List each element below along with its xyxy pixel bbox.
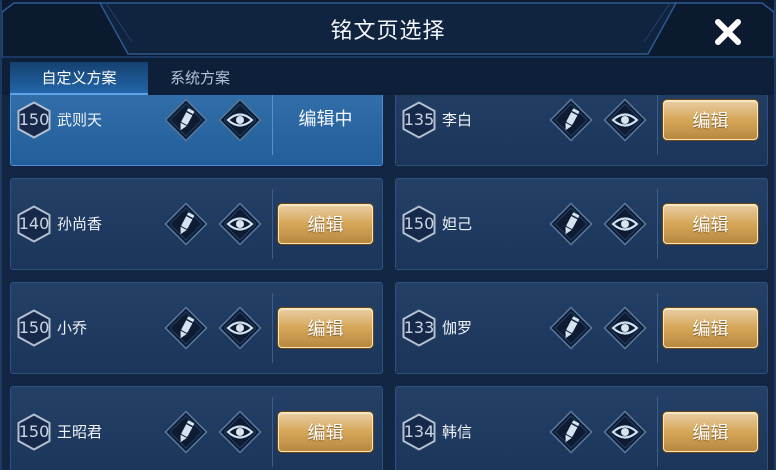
pencil-icon <box>549 98 593 142</box>
preview-button[interactable] <box>218 306 262 350</box>
inscription-level: 150 <box>18 318 50 337</box>
level-badge: 134 <box>402 413 436 451</box>
level-badge: 150 <box>17 101 51 139</box>
level-badge: 150 <box>402 205 436 243</box>
edit-button[interactable]: 编辑 <box>278 204 373 244</box>
inscription-page-list[interactable]: 150 武则天 编辑中 135 李白 编辑 140 孙尚香 编辑 150 妲己 … <box>0 95 776 470</box>
hero-name: 武则天 <box>57 111 103 129</box>
pencil-icon <box>164 98 208 142</box>
level-badge: 133 <box>402 309 436 347</box>
rename-button[interactable] <box>164 410 208 454</box>
hero-name: 孙尚香 <box>57 215 103 233</box>
tab-bar: 自定义方案 系统方案 <box>0 58 776 95</box>
divider <box>272 397 273 467</box>
tab-custom-pages[interactable]: 自定义方案 <box>10 62 148 95</box>
level-badge: 135 <box>402 101 436 139</box>
rename-button[interactable] <box>549 98 593 142</box>
divider <box>272 189 273 259</box>
rename-button[interactable] <box>549 202 593 246</box>
pencil-icon <box>549 410 593 454</box>
eye-icon <box>603 202 647 246</box>
eye-icon <box>603 98 647 142</box>
preview-button[interactable] <box>218 202 262 246</box>
inscription-page-card[interactable]: 150 王昭君 编辑 <box>10 386 383 470</box>
eye-icon <box>218 410 262 454</box>
inscription-level: 140 <box>18 214 50 233</box>
dialog-header: 铭文页选择 <box>0 0 776 58</box>
inscription-level: 150 <box>403 214 435 233</box>
rename-button[interactable] <box>164 306 208 350</box>
hero-name: 妲己 <box>442 215 473 233</box>
preview-button[interactable] <box>603 410 647 454</box>
edit-button[interactable]: 编辑 <box>278 412 373 452</box>
preview-button[interactable] <box>603 306 647 350</box>
level-badge: 150 <box>17 309 51 347</box>
inscription-page-card[interactable]: 150 武则天 编辑中 <box>10 95 383 166</box>
pencil-icon <box>164 410 208 454</box>
dialog-title: 铭文页选择 <box>330 19 446 44</box>
divider <box>657 293 658 363</box>
divider <box>657 189 658 259</box>
divider <box>657 397 658 467</box>
edit-button[interactable]: 编辑 <box>278 308 373 348</box>
inscription-page-card[interactable]: 150 妲己 编辑 <box>395 178 768 270</box>
inscription-level: 134 <box>403 422 435 441</box>
tab-system-pages[interactable]: 系统方案 <box>150 62 250 95</box>
hero-name: 小乔 <box>57 319 88 337</box>
rename-button[interactable] <box>549 410 593 454</box>
eye-icon <box>218 98 262 142</box>
level-badge: 150 <box>17 413 51 451</box>
inscription-page-card[interactable]: 135 李白 编辑 <box>395 95 768 166</box>
rename-button[interactable] <box>549 306 593 350</box>
inscription-page-card[interactable]: 134 韩信 编辑 <box>395 386 768 470</box>
inscription-page-card[interactable]: 140 孙尚香 编辑 <box>10 178 383 270</box>
hero-name: 李白 <box>442 111 473 129</box>
inscription-level: 133 <box>403 318 435 337</box>
eye-icon <box>218 306 262 350</box>
divider <box>272 95 273 155</box>
hero-name: 伽罗 <box>442 319 473 337</box>
preview-button[interactable] <box>218 98 262 142</box>
inscription-page-card[interactable]: 133 伽罗 编辑 <box>395 282 768 374</box>
pencil-icon <box>164 306 208 350</box>
hero-name: 王昭君 <box>57 423 103 441</box>
preview-button[interactable] <box>603 202 647 246</box>
eye-icon <box>603 410 647 454</box>
rename-button[interactable] <box>164 98 208 142</box>
level-badge: 140 <box>17 205 51 243</box>
inscription-level: 135 <box>403 110 435 129</box>
pencil-icon <box>549 306 593 350</box>
close-icon <box>715 19 741 45</box>
divider <box>272 293 273 363</box>
edit-button[interactable]: 编辑 <box>663 100 758 140</box>
inscription-page-grid: 150 武则天 编辑中 135 李白 编辑 140 孙尚香 编辑 150 妲己 … <box>0 95 776 470</box>
eye-icon <box>603 306 647 350</box>
edit-button[interactable]: 编辑 <box>663 412 758 452</box>
editing-status: 编辑中 <box>298 109 353 130</box>
preview-button[interactable] <box>218 410 262 454</box>
pencil-icon <box>549 202 593 246</box>
edit-button[interactable]: 编辑 <box>663 204 758 244</box>
close-button[interactable] <box>710 14 746 50</box>
preview-button[interactable] <box>603 98 647 142</box>
inscription-level: 150 <box>18 422 50 441</box>
hero-name: 韩信 <box>442 423 473 441</box>
eye-icon <box>218 202 262 246</box>
edit-button[interactable]: 编辑 <box>663 308 758 348</box>
divider <box>657 95 658 155</box>
inscription-page-card[interactable]: 150 小乔 编辑 <box>10 282 383 374</box>
rename-button[interactable] <box>164 202 208 246</box>
inscription-level: 150 <box>18 110 50 129</box>
pencil-icon <box>164 202 208 246</box>
